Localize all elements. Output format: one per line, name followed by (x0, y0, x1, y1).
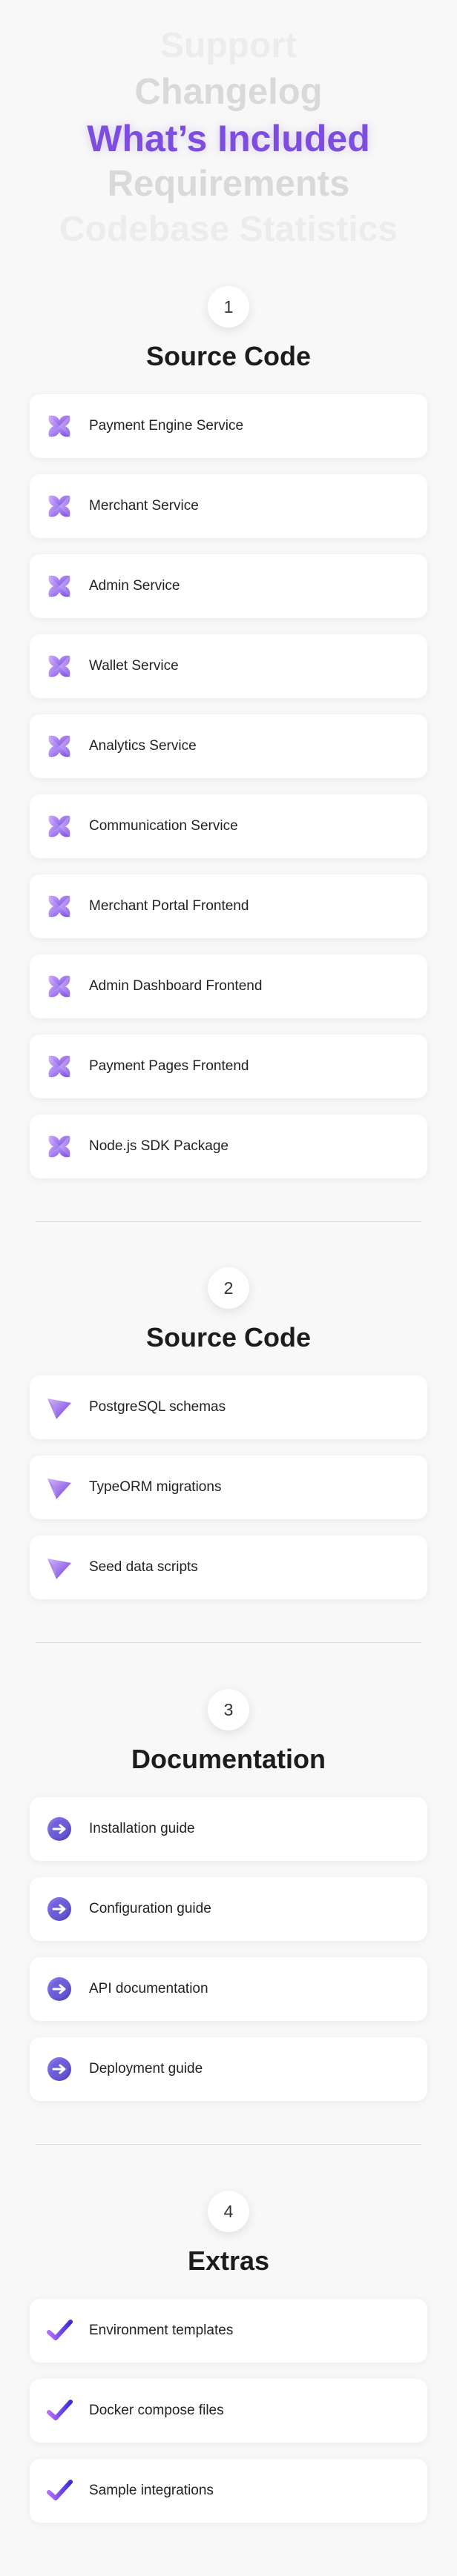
item-card-sample-integrations: Sample integrations (30, 2459, 427, 2523)
item-label: Payment Pages Frontend (89, 1058, 249, 1074)
item-label: Deployment guide (89, 2061, 203, 2077)
picker-item-codebase-statistics[interactable]: Codebase Statistics (0, 209, 457, 245)
purple-flower-icon (46, 973, 73, 1000)
item-label: TypeORM migrations (89, 1479, 222, 1495)
section-number-badge: 3 (208, 1689, 249, 1730)
item-card-docker-compose-files: Docker compose files (30, 2379, 427, 2443)
section-title: Documentation (131, 1744, 326, 1774)
section-title: Source Code (145, 1322, 312, 1352)
purple-flower-icon (46, 573, 73, 600)
item-card-node-js-sdk-package: Node.js SDK Package (30, 1115, 427, 1178)
checkmark-icon (46, 2477, 73, 2504)
item-card-payment-pages-frontend: Payment Pages Frontend (30, 1035, 427, 1098)
item-label: Merchant Portal Frontend (89, 898, 249, 914)
checkmark-icon (46, 2317, 73, 2344)
item-card-typeorm-migrations: TypeORM migrations (30, 1455, 427, 1519)
paper-plane-icon (46, 1474, 73, 1501)
arrow-circle-icon (46, 2056, 73, 2082)
arrow-circle-icon (46, 1816, 73, 1842)
item-card-payment-engine-service: Payment Engine Service (30, 394, 427, 458)
purple-flower-icon (46, 1133, 73, 1160)
paper-plane-icon (46, 1394, 73, 1421)
item-label: Merchant Service (89, 498, 199, 514)
item-label: Admin Service (89, 578, 180, 594)
section-number-badge: 1 (208, 286, 249, 328)
section-title: Source Code (145, 341, 312, 371)
purple-flower-icon (46, 733, 73, 760)
item-card-admin-service: Admin Service (30, 554, 427, 618)
item-label: Analytics Service (89, 738, 197, 754)
item-card-api-documentation: API documentation (30, 1957, 427, 2021)
picker-item-whats-included[interactable]: What’s Included (0, 117, 457, 160)
checkmark-icon (46, 2397, 73, 2424)
purple-flower-icon (46, 1053, 73, 1080)
section-number-badge: 4 (208, 2191, 249, 2232)
item-card-admin-dashboard-frontend: Admin Dashboard Frontend (30, 955, 427, 1018)
arrow-circle-icon (46, 1896, 73, 1922)
section-4: 4 Extras Environment templates Docker compo… (0, 2191, 457, 2539)
item-card-installation-guide: Installation guide (30, 1797, 427, 1861)
section-1: 1 Source Code Payment Engine Service Mercha… (0, 286, 457, 1195)
item-label: Seed data scripts (89, 1559, 198, 1575)
section-divider (36, 1642, 421, 1643)
purple-flower-icon (46, 653, 73, 680)
item-card-seed-data-scripts: Seed data scripts (30, 1536, 427, 1599)
item-label: Installation guide (89, 1821, 195, 1836)
item-card-postgresql-schemas: PostgreSQL schemas (30, 1375, 427, 1439)
section-3: 3 Documentation Installation guide Configur… (0, 1689, 457, 2117)
arrow-circle-icon (46, 1976, 73, 2002)
item-label: Environment templates (89, 2323, 234, 2338)
purple-flower-icon (46, 893, 73, 920)
picker-item-support[interactable]: Support (0, 25, 457, 66)
section-divider (36, 2144, 421, 2145)
item-label: Admin Dashboard Frontend (89, 978, 263, 994)
picker-item-changelog[interactable]: Changelog (0, 71, 457, 113)
picker-item-requirements[interactable]: Requirements (0, 163, 457, 205)
item-label: API documentation (89, 1981, 208, 1996)
purple-flower-icon (46, 493, 73, 519)
item-label: Sample integrations (89, 2483, 214, 2498)
item-card-deployment-guide: Deployment guide (30, 2037, 427, 2101)
section-number-badge: 2 (208, 1267, 249, 1309)
item-card-environment-templates: Environment templates (30, 2299, 427, 2363)
section-picker[interactable]: Support Changelog What’s Included Requir… (0, 0, 457, 245)
item-label: Node.js SDK Package (89, 1138, 228, 1154)
section-2: 2 Source Code PostgreSQL schemas TypeORM mi… (0, 1267, 457, 1616)
paper-plane-icon (46, 1554, 73, 1581)
item-card-merchant-portal-frontend: Merchant Portal Frontend (30, 874, 427, 938)
purple-flower-icon (46, 813, 73, 840)
item-card-communication-service: Communication Service (30, 794, 427, 858)
section-title: Extras (187, 2245, 270, 2276)
item-label: PostgreSQL schemas (89, 1399, 226, 1415)
item-label: Configuration guide (89, 1901, 211, 1916)
purple-flower-icon (46, 413, 73, 439)
item-card-merchant-service: Merchant Service (30, 474, 427, 538)
item-label: Docker compose files (89, 2403, 224, 2418)
item-label: Communication Service (89, 818, 238, 834)
item-card-wallet-service: Wallet Service (30, 634, 427, 698)
item-label: Wallet Service (89, 658, 179, 674)
section-divider (36, 1221, 421, 1222)
item-card-analytics-service: Analytics Service (30, 714, 427, 778)
item-label: Payment Engine Service (89, 418, 244, 434)
item-card-configuration-guide: Configuration guide (30, 1877, 427, 1941)
